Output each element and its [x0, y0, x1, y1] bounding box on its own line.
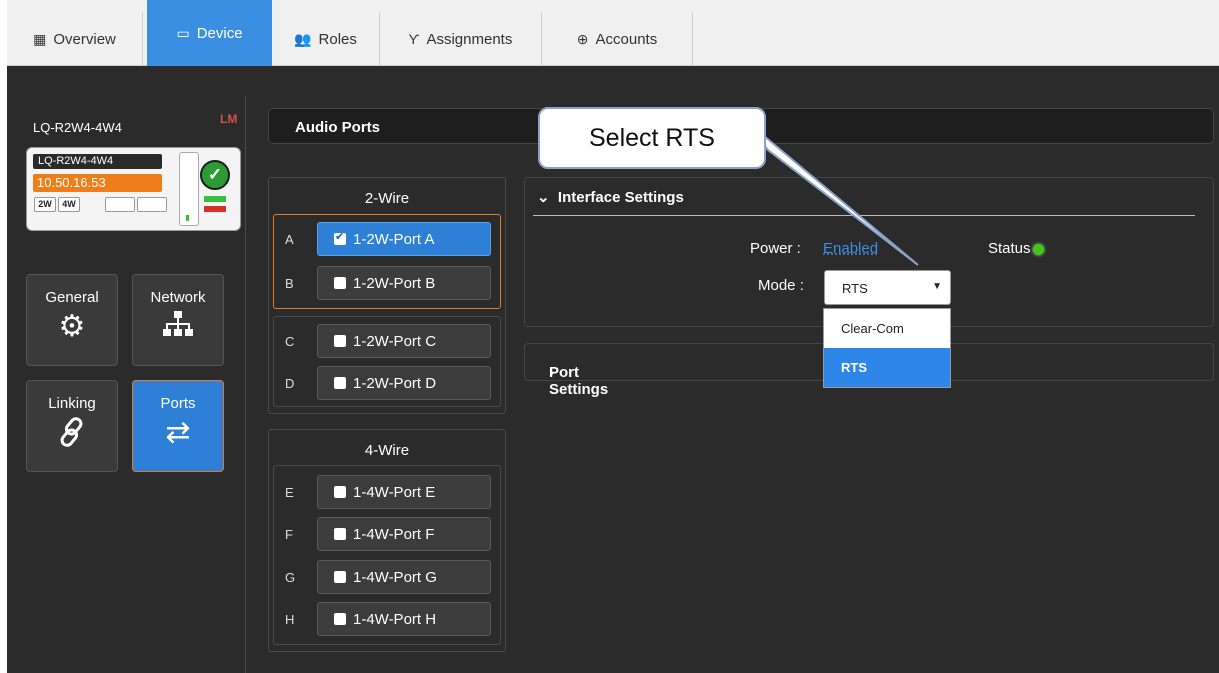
callout-pointer — [744, 119, 919, 266]
callout-select-rts: Select RTS — [538, 107, 766, 169]
